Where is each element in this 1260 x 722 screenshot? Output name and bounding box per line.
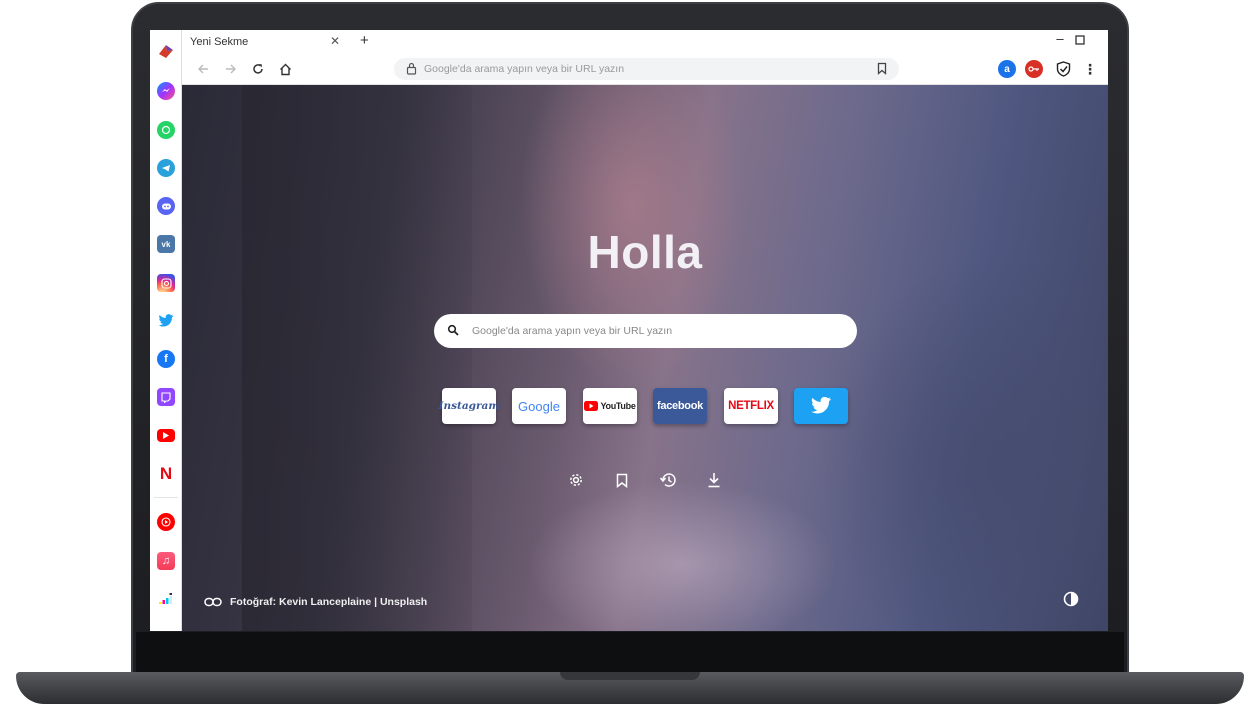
quick-actions [182,470,1108,490]
twitter-icon[interactable] [157,312,175,330]
new-tab-page: Holla Google'da arama yapın veya bir URL… [182,85,1108,631]
facebook-icon[interactable]: f [157,350,175,368]
search-icon [447,324,459,339]
address-bar[interactable]: Google'da arama yapın veya bir URL yazın [394,58,899,80]
tile-youtube[interactable]: YouTube [583,388,637,424]
messenger-icon[interactable] [157,82,175,100]
youtube-music-icon[interactable] [157,513,175,531]
messenger-sidebar: vk f N ♫ [150,30,182,631]
back-button[interactable] [194,60,212,78]
tab-new-tab[interactable]: Yeni Sekme ✕ [182,30,346,54]
link-icon [204,597,222,607]
tile-instagram[interactable]: Instagram [439,388,499,424]
history-icon[interactable] [658,470,678,490]
tile-label: NETFLIX [728,400,774,412]
sidebar-divider [154,497,178,498]
search-placeholder: Google'da arama yapın veya bir URL yazın [472,325,673,337]
page-headline: Holla [587,226,703,278]
tile-netflix[interactable]: NETFLIX [724,388,778,424]
tile-facebook[interactable]: facebook [653,388,707,424]
bookmark-star-icon[interactable] [877,62,887,78]
downloads-icon[interactable] [704,470,724,490]
instagram-icon[interactable] [157,274,175,292]
close-window-button[interactable]: ✕ [1105,33,1109,49]
youtube-logo-icon [584,401,599,411]
discord-icon[interactable] [157,197,175,215]
tile-label: YouTube [600,401,636,411]
menu-kebab-icon[interactable]: ⋮ [1081,60,1099,78]
extension-a-icon[interactable]: a [998,60,1016,78]
settings-gear-icon[interactable] [566,470,586,490]
youtube-icon[interactable] [157,429,175,442]
photo-credit-text: Fotoğraf: Kevin Lanceplaine | Unsplash [230,596,428,608]
reload-button[interactable] [249,60,267,78]
tab-title: Yeni Sekme [190,36,249,48]
photo-credit[interactable]: Fotoğraf: Kevin Lanceplaine | Unsplash [204,594,427,610]
maximize-button[interactable] [1072,33,1088,48]
tab-strip: Yeni Sekme ✕ + – ✕ [182,30,1108,54]
laptop-notch [560,672,700,680]
forward-button[interactable] [222,60,240,78]
tile-twitter[interactable] [794,388,848,424]
address-bar-placeholder: Google'da arama yapın veya bir URL yazın [424,63,625,75]
new-tab-button[interactable]: + [360,32,369,49]
netflix-icon[interactable]: N [157,464,175,483]
laptop-bezel [136,632,1124,672]
contrast-toggle-icon[interactable] [1062,590,1080,608]
vk-icon[interactable]: vk [157,235,175,253]
search-input[interactable]: Google'da arama yapın veya bir URL yazın [434,314,857,348]
tab-close-icon[interactable]: ✕ [330,34,340,48]
browser-window: vk f N ♫ Yeni Sekme ✕ + – Google'da aram… [150,30,1108,631]
holla-logo-icon[interactable] [157,42,175,60]
tile-label: Google [518,398,560,414]
tile-google[interactable]: Google [512,388,566,424]
toolbar: Google'da arama yapın veya bir URL yazın… [182,54,1108,85]
whatsapp-icon[interactable] [157,121,175,139]
shield-check-icon[interactable] [1054,60,1072,78]
deezer-icon[interactable] [157,590,175,608]
minimize-button[interactable]: – [1052,31,1068,46]
extension-key-icon[interactable] [1025,60,1043,78]
tile-label: facebook [657,400,703,412]
tile-label: Instagram [438,400,500,412]
bookmarks-icon[interactable] [612,470,632,490]
home-button[interactable] [276,60,294,78]
twitch-icon[interactable] [157,388,175,406]
telegram-icon[interactable] [157,159,175,177]
twitter-bird-icon [811,397,831,414]
apple-music-icon[interactable]: ♫ [157,552,175,570]
lock-icon [406,62,417,78]
